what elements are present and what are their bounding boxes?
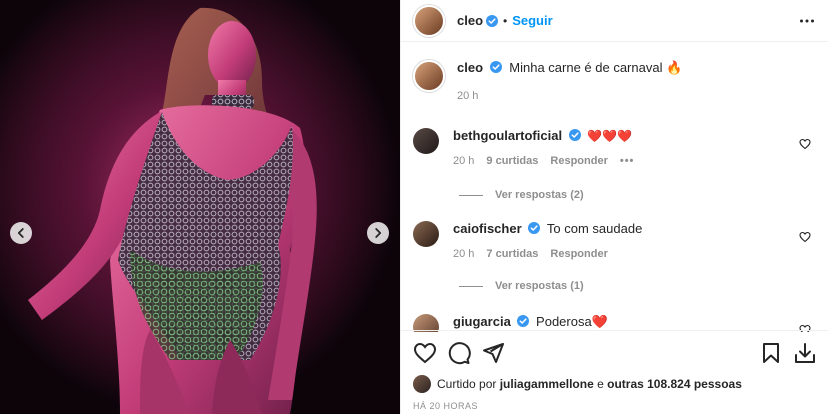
comment-item: bethgoulartoficial ❤️❤️❤️ 20 h 9 curtida… xyxy=(413,128,817,167)
caption-username[interactable]: cleo xyxy=(457,60,483,75)
comment-likes[interactable]: 7 curtidas xyxy=(486,248,538,260)
post-photo xyxy=(0,0,400,414)
header-separator: • xyxy=(503,13,508,28)
download-icon[interactable] xyxy=(793,341,817,365)
comment-icon[interactable] xyxy=(447,341,471,365)
more-icon[interactable] xyxy=(799,13,815,29)
reply-button[interactable]: Responder xyxy=(550,248,607,260)
comment-text: To com saudade xyxy=(546,221,643,236)
reply-button[interactable]: Responder xyxy=(550,155,607,167)
liked-by-user[interactable]: juliagammellone xyxy=(500,377,594,391)
verified-icon xyxy=(486,14,499,27)
commenter-avatar[interactable] xyxy=(413,128,439,154)
replies-divider xyxy=(459,285,483,287)
follow-button[interactable]: Seguir xyxy=(512,13,552,28)
comment-options-button[interactable]: ••• xyxy=(620,155,635,167)
heart-icon[interactable] xyxy=(799,231,811,243)
liked-by-prefix: Curtido por xyxy=(437,377,497,391)
view-replies-label: Ver respostas (2) xyxy=(495,189,584,201)
view-replies-button[interactable]: Ver respostas (1) xyxy=(459,280,584,292)
heart-icon[interactable] xyxy=(413,341,437,365)
author-username[interactable]: cleo xyxy=(457,13,483,28)
verified-icon xyxy=(528,222,541,234)
comment-likes[interactable]: 9 curtidas xyxy=(486,155,538,167)
liker-avatar xyxy=(413,375,431,393)
liked-by-middle: e xyxy=(597,377,604,391)
comment-text: ❤️❤️❤️ xyxy=(587,129,633,143)
chevron-left-icon xyxy=(17,228,24,238)
caption-avatar[interactable] xyxy=(413,60,445,92)
author-avatar[interactable] xyxy=(413,4,445,37)
view-replies-label: Ver respostas (1) xyxy=(495,280,584,292)
next-photo-button[interactable] xyxy=(367,222,389,244)
post-media[interactable] xyxy=(0,0,400,414)
caption-text: Minha carne é de carnaval 🔥 xyxy=(509,60,683,75)
view-replies-button[interactable]: Ver respostas (2) xyxy=(459,189,584,201)
liked-by: Curtido por juliagammellone e outras 108… xyxy=(413,375,742,393)
post-timestamp[interactable]: HÁ 20 HORAS xyxy=(413,401,478,411)
post-caption: cleo Minha carne é de carnaval 🔥 20 h xyxy=(413,60,682,102)
verified-icon xyxy=(568,129,581,141)
comment-time: 20 h xyxy=(453,248,475,260)
comment-text: Poderosa❤️ xyxy=(536,314,608,329)
heart-icon[interactable] xyxy=(799,138,811,150)
share-icon[interactable] xyxy=(481,341,505,365)
verified-icon xyxy=(517,315,530,327)
chevron-right-icon xyxy=(375,228,382,238)
comments-list[interactable]: cleo Minha carne é de carnaval 🔥 20 h be… xyxy=(401,42,828,332)
bookmark-icon[interactable] xyxy=(759,341,783,365)
post-panel: cleo • Seguir cleo Minha carne é de carn… xyxy=(400,0,828,414)
comment-time: 20 h xyxy=(453,155,475,167)
comment-item: caiofischer To com saudade 20 h 7 curtid… xyxy=(413,221,817,260)
instagram-post: cleo • Seguir cleo Minha carne é de carn… xyxy=(0,0,828,414)
commenter-avatar[interactable] xyxy=(413,221,439,247)
comment-username[interactable]: giugarcia xyxy=(453,314,511,329)
post-actions: Curtido por juliagammellone e outras 108… xyxy=(401,330,828,414)
previous-photo-button[interactable] xyxy=(10,222,32,244)
post-header: cleo • Seguir xyxy=(401,0,828,42)
comment-username[interactable]: caiofischer xyxy=(453,221,522,236)
verified-icon xyxy=(489,61,502,73)
liked-by-others[interactable]: outras 108.824 pessoas xyxy=(607,377,742,391)
replies-divider xyxy=(459,194,483,196)
comment-username[interactable]: bethgoulartoficial xyxy=(453,128,562,143)
caption-time: 20 h xyxy=(457,90,479,102)
